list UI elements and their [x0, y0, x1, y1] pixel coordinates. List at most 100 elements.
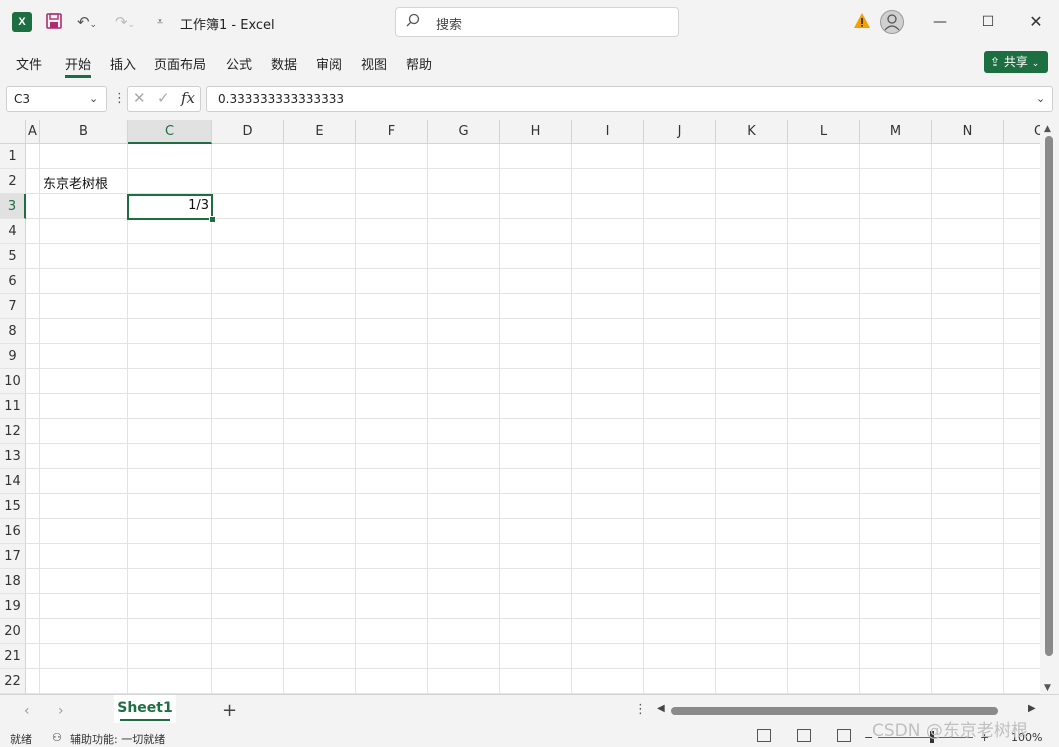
- column-header-n[interactable]: N: [932, 120, 1004, 144]
- vertical-scrollbar[interactable]: ▲ ▼: [1040, 120, 1059, 694]
- tab-data[interactable]: 数据: [271, 54, 297, 73]
- customize-qat-icon[interactable]: ⩡: [152, 12, 168, 32]
- row-header-2[interactable]: 2: [0, 169, 26, 194]
- worksheet-grid[interactable]: A B C D E F G H I J K L M N O 1 2 3 4 5 …: [0, 120, 1040, 694]
- row-header-6[interactable]: 6: [0, 269, 26, 294]
- search-input[interactable]: 搜索: [395, 7, 679, 37]
- scroll-right-icon[interactable]: ▶: [1028, 703, 1036, 714]
- column-header-f[interactable]: F: [356, 120, 428, 144]
- column-header-e[interactable]: E: [284, 120, 356, 144]
- column-header-a[interactable]: A: [26, 120, 40, 144]
- close-icon[interactable]: ✕: [1021, 8, 1051, 36]
- cancel-icon[interactable]: ✕: [133, 89, 146, 107]
- formula-input[interactable]: 0.333333333333333: [206, 86, 1053, 112]
- row-header-13[interactable]: 13: [0, 444, 26, 469]
- tab-formulas[interactable]: 公式: [226, 54, 252, 73]
- tab-review[interactable]: 审阅: [316, 54, 342, 73]
- row-header-7[interactable]: 7: [0, 294, 26, 319]
- column-header-o[interactable]: O: [1004, 120, 1040, 144]
- column-header-b[interactable]: B: [40, 120, 128, 144]
- column-header-m[interactable]: M: [860, 120, 932, 144]
- insert-function-icon[interactable]: fx: [181, 89, 195, 107]
- avatar[interactable]: [880, 10, 904, 34]
- cell-b2[interactable]: 东京老树根: [43, 173, 108, 192]
- gridline: [499, 144, 500, 694]
- row-header-1[interactable]: 1: [0, 144, 26, 169]
- column-header-h[interactable]: H: [500, 120, 572, 144]
- horizontal-scroll-thumb[interactable]: [671, 707, 998, 715]
- gridline: [427, 144, 428, 694]
- maximize-icon[interactable]: ☐: [973, 8, 1003, 36]
- column-header-k[interactable]: K: [716, 120, 788, 144]
- tab-view[interactable]: 视图: [361, 54, 387, 73]
- gridline: [26, 518, 1040, 519]
- row-header-21[interactable]: 21: [0, 644, 26, 669]
- gridline: [26, 643, 1040, 644]
- row-header-8[interactable]: 8: [0, 319, 26, 344]
- tab-page-layout[interactable]: 页面布局: [154, 54, 206, 73]
- row-header-12[interactable]: 12: [0, 419, 26, 444]
- row-header-5[interactable]: 5: [0, 244, 26, 269]
- gridline: [26, 243, 1040, 244]
- row-header-9[interactable]: 9: [0, 344, 26, 369]
- accessibility-status[interactable]: 辅助功能: 一切就绪: [70, 731, 165, 747]
- row-header-15[interactable]: 15: [0, 494, 26, 519]
- more-options-icon[interactable]: ⋮: [113, 91, 126, 106]
- more-options-icon[interactable]: ⋮: [634, 702, 647, 717]
- gridline: [26, 418, 1040, 419]
- row-header-10[interactable]: 10: [0, 369, 26, 394]
- minimize-icon[interactable]: —: [925, 8, 955, 36]
- row-header-20[interactable]: 20: [0, 619, 26, 644]
- row-header-18[interactable]: 18: [0, 569, 26, 594]
- tab-home[interactable]: 开始: [65, 54, 92, 78]
- gridline: [26, 568, 1040, 569]
- enter-icon[interactable]: ✓: [157, 89, 170, 107]
- gridline: [1003, 144, 1004, 694]
- status-ready: 就绪: [10, 733, 32, 746]
- row-header-11[interactable]: 11: [0, 394, 26, 419]
- fill-handle[interactable]: [209, 216, 216, 223]
- share-button[interactable]: ⇪ 共享 ⌄: [984, 51, 1048, 73]
- row-header-22[interactable]: 22: [0, 669, 26, 694]
- row-header-3[interactable]: 3: [0, 194, 26, 219]
- column-header-c[interactable]: C: [128, 120, 212, 144]
- row-header-16[interactable]: 16: [0, 519, 26, 544]
- ribbon-tabs: 文件 开始 插入 页面布局 公式 数据 审阅 视图 帮助: [0, 44, 1059, 78]
- normal-view-icon[interactable]: [757, 729, 771, 742]
- vertical-scroll-thumb[interactable]: [1045, 136, 1053, 656]
- accessibility-icon[interactable]: ⚇: [52, 731, 62, 744]
- page-break-view-icon[interactable]: [837, 729, 851, 742]
- gridline: [26, 543, 1040, 544]
- next-sheet-icon[interactable]: ›: [58, 703, 64, 719]
- gridline: [571, 144, 572, 694]
- gridline: [643, 144, 644, 694]
- row-header-4[interactable]: 4: [0, 219, 26, 244]
- expand-formula-icon[interactable]: ⌄: [1036, 92, 1045, 105]
- row-header-14[interactable]: 14: [0, 469, 26, 494]
- save-icon[interactable]: [44, 12, 64, 32]
- warning-icon[interactable]: [853, 12, 871, 30]
- column-header-j[interactable]: J: [644, 120, 716, 144]
- tab-help[interactable]: 帮助: [406, 54, 432, 73]
- tab-file[interactable]: 文件: [16, 54, 42, 73]
- title-bar: X ↶⌄ ↷⌄ ⩡ 工作簿1 - Excel 搜索 — ☐ ✕: [0, 0, 1059, 44]
- add-sheet-button[interactable]: +: [222, 700, 237, 721]
- row-header-17[interactable]: 17: [0, 544, 26, 569]
- column-header-g[interactable]: G: [428, 120, 500, 144]
- select-all-corner[interactable]: [0, 120, 26, 144]
- scroll-up-icon[interactable]: ▲: [1044, 124, 1051, 134]
- column-header-d[interactable]: D: [212, 120, 284, 144]
- active-cell-border: [127, 194, 213, 220]
- row-header-19[interactable]: 19: [0, 594, 26, 619]
- gridline: [26, 293, 1040, 294]
- scroll-down-icon[interactable]: ▼: [1044, 683, 1051, 693]
- tab-insert[interactable]: 插入: [110, 54, 136, 73]
- prev-sheet-icon[interactable]: ‹: [24, 703, 30, 719]
- column-header-i[interactable]: I: [572, 120, 644, 144]
- redo-icon[interactable]: ↷⌄: [112, 12, 138, 32]
- scroll-left-icon[interactable]: ◀: [657, 703, 665, 714]
- page-layout-view-icon[interactable]: [797, 729, 811, 742]
- undo-icon[interactable]: ↶⌄: [74, 12, 100, 32]
- column-header-l[interactable]: L: [788, 120, 860, 144]
- name-box-dropdown-icon[interactable]: ⌄: [89, 92, 98, 105]
